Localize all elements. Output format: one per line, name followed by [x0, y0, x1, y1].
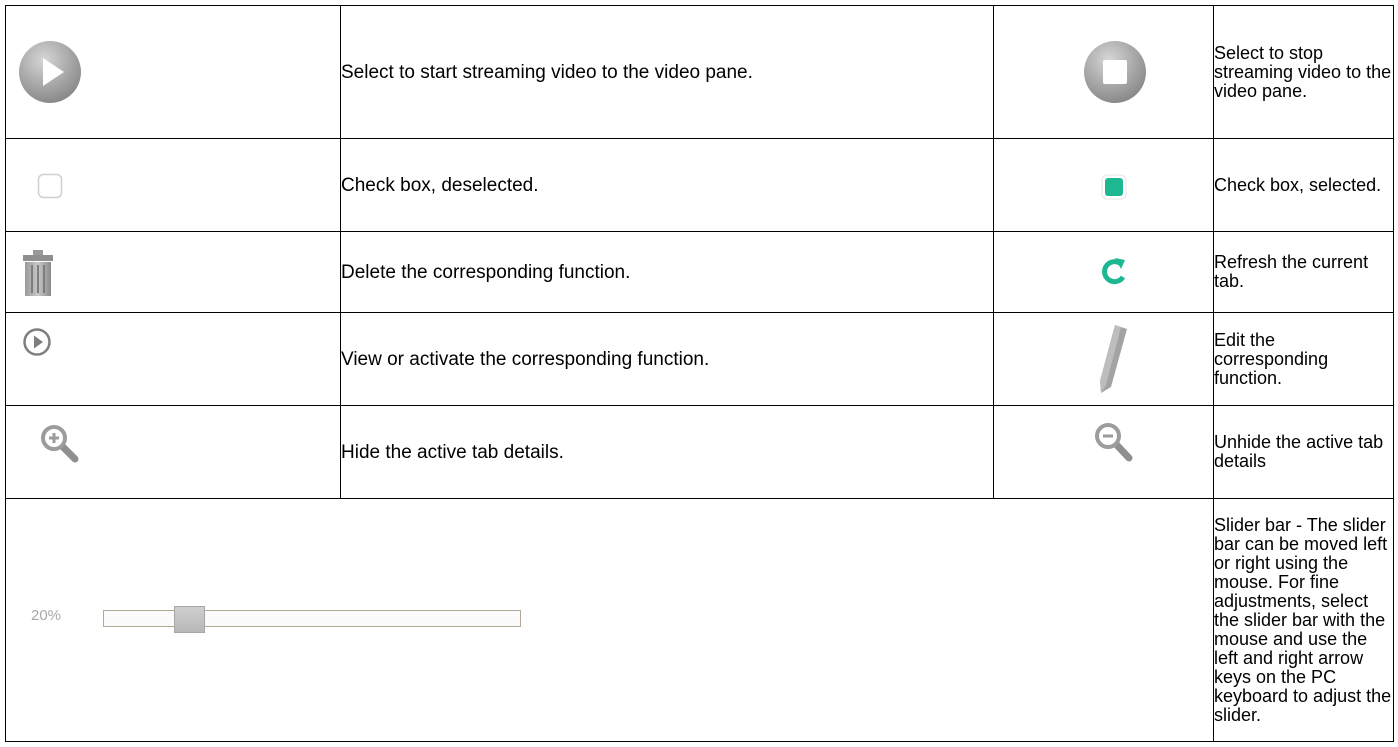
description-cell: Refresh the current tab. [1213, 231, 1394, 313]
icon-cell [5, 138, 341, 232]
icon-cell [5, 405, 341, 499]
checkbox-checked-icon[interactable] [1101, 174, 1127, 205]
trash-icon[interactable] [21, 249, 55, 302]
table-row: 20% Slider bar - The slider bar can be m… [5, 498, 1394, 742]
stop-circle-icon[interactable] [1083, 40, 1147, 109]
description-cell: Unhide the active tab details [1213, 405, 1394, 499]
zoom-in-icon[interactable] [40, 424, 80, 469]
description-cell: Select to start streaming video to the v… [340, 5, 994, 139]
icon-cell [5, 231, 341, 313]
description-cell: Hide the active tab details. [340, 405, 994, 499]
description-cell: Edit the corresponding function. [1213, 312, 1394, 406]
table-row: View or activate the corresponding funct… [5, 312, 1394, 406]
slider-cell: 20% [5, 498, 1214, 742]
slider-description: Slider bar - The slider bar can be moved… [1213, 498, 1394, 742]
pencil-icon[interactable] [1097, 323, 1129, 402]
table-row: Check box, deselected. Check box, select… [5, 138, 1394, 232]
description-cell: Select to stop streaming video to the vi… [1213, 5, 1394, 139]
description-cell: Check box, deselected. [340, 138, 994, 232]
slider-thumb[interactable] [174, 606, 205, 633]
icon-cell [993, 312, 1214, 406]
description-cell: Delete the corresponding function. [340, 231, 994, 313]
slider-value-label: 20% [31, 607, 62, 624]
slider-track[interactable] [103, 610, 521, 627]
table-row: Delete the corresponding function. Refre… [5, 231, 1394, 313]
icon-cell [5, 312, 341, 406]
zoom-out-icon[interactable] [1094, 422, 1134, 469]
icon-cell [993, 405, 1214, 499]
icon-cell [993, 5, 1214, 139]
table-row: Select to start streaming video to the v… [5, 5, 1394, 139]
description-cell: View or activate the corresponding funct… [340, 312, 994, 406]
checkbox-empty-icon[interactable] [37, 173, 63, 204]
description-cell: Check box, selected. [1213, 138, 1394, 232]
play-outline-icon[interactable] [22, 327, 52, 362]
icon-cell [5, 5, 341, 139]
refresh-icon[interactable] [1101, 256, 1127, 291]
play-circle-icon[interactable] [18, 40, 82, 109]
icon-cell [993, 138, 1214, 232]
icon-reference-table: Select to start streaming video to the v… [5, 5, 1394, 742]
icon-cell [993, 231, 1214, 313]
table-row: Hide the active tab details. Unhide the … [5, 405, 1394, 499]
